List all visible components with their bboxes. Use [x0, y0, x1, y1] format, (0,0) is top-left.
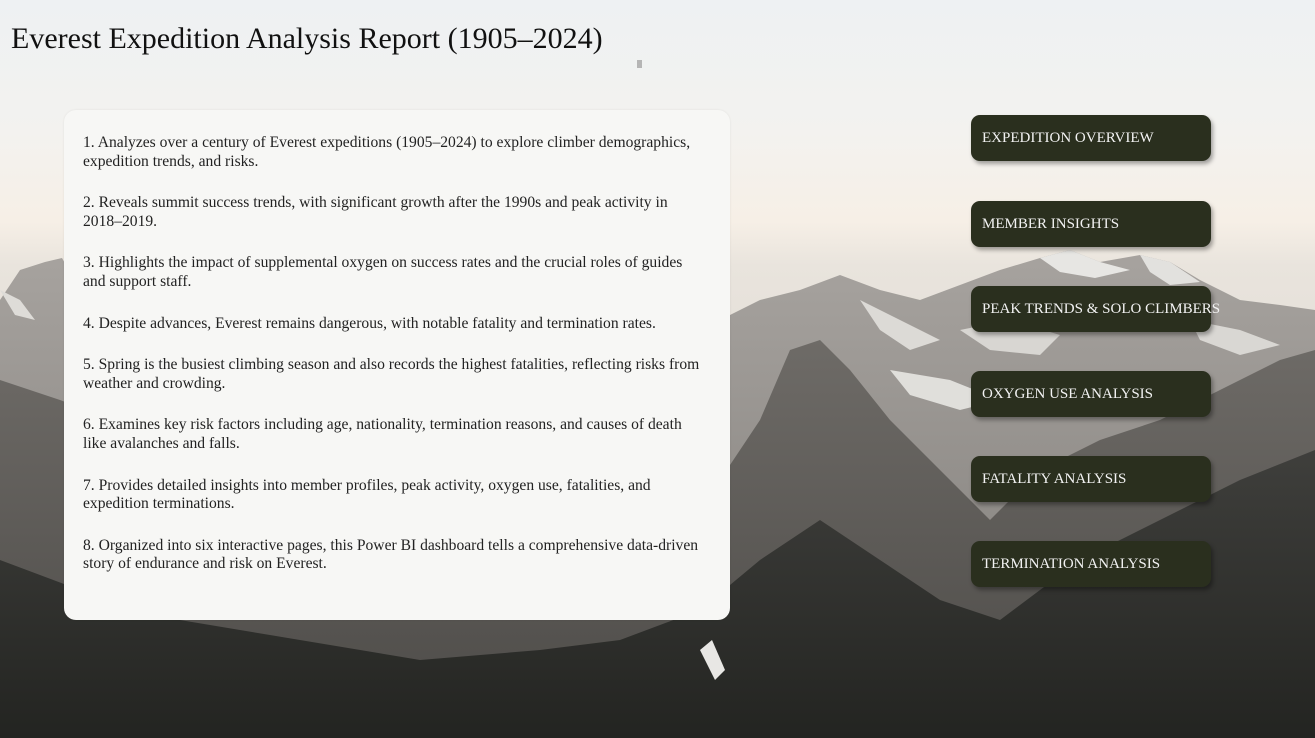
expedition-overview-button[interactable]: EXPEDITION OVERVIEW: [971, 115, 1211, 161]
peak-trends-solo-climbers-button[interactable]: PEAK TRENDS & SOLO CLIMBERS: [971, 286, 1220, 332]
summary-card: 1. Analyzes over a century of Everest ex…: [64, 110, 730, 620]
summary-item: 8. Organized into six interactive pages,…: [83, 536, 699, 573]
member-insights-button[interactable]: MEMBER INSIGHTS: [971, 201, 1211, 247]
summary-item: 6. Examines key risk factors including a…: [83, 416, 682, 452]
summary-item: 2. Reveals summit success trends, with s…: [83, 194, 668, 230]
fatality-analysis-button[interactable]: FATALITY ANALYSIS: [971, 456, 1211, 502]
report-page: Everest Expedition Analysis Report (1905…: [0, 0, 1315, 738]
summary-item: 4. Despite advances, Everest remains dan…: [83, 314, 656, 332]
summary-item: 1. Analyzes over a century of Everest ex…: [83, 134, 691, 170]
summary-item: 5. Spring is the busiest climbing season…: [83, 356, 700, 392]
summary-item: 3. Highlights the impact of supplemental…: [83, 254, 683, 290]
page-title: Everest Expedition Analysis Report (1905…: [11, 22, 603, 55]
termination-analysis-button[interactable]: TERMINATION ANALYSIS: [971, 541, 1211, 587]
summary-item: 7. Provides detailed insights into membe…: [83, 476, 651, 513]
oxygen-use-analysis-button[interactable]: OXYGEN USE ANALYSIS: [971, 371, 1211, 417]
decorative-marker: [637, 60, 642, 68]
